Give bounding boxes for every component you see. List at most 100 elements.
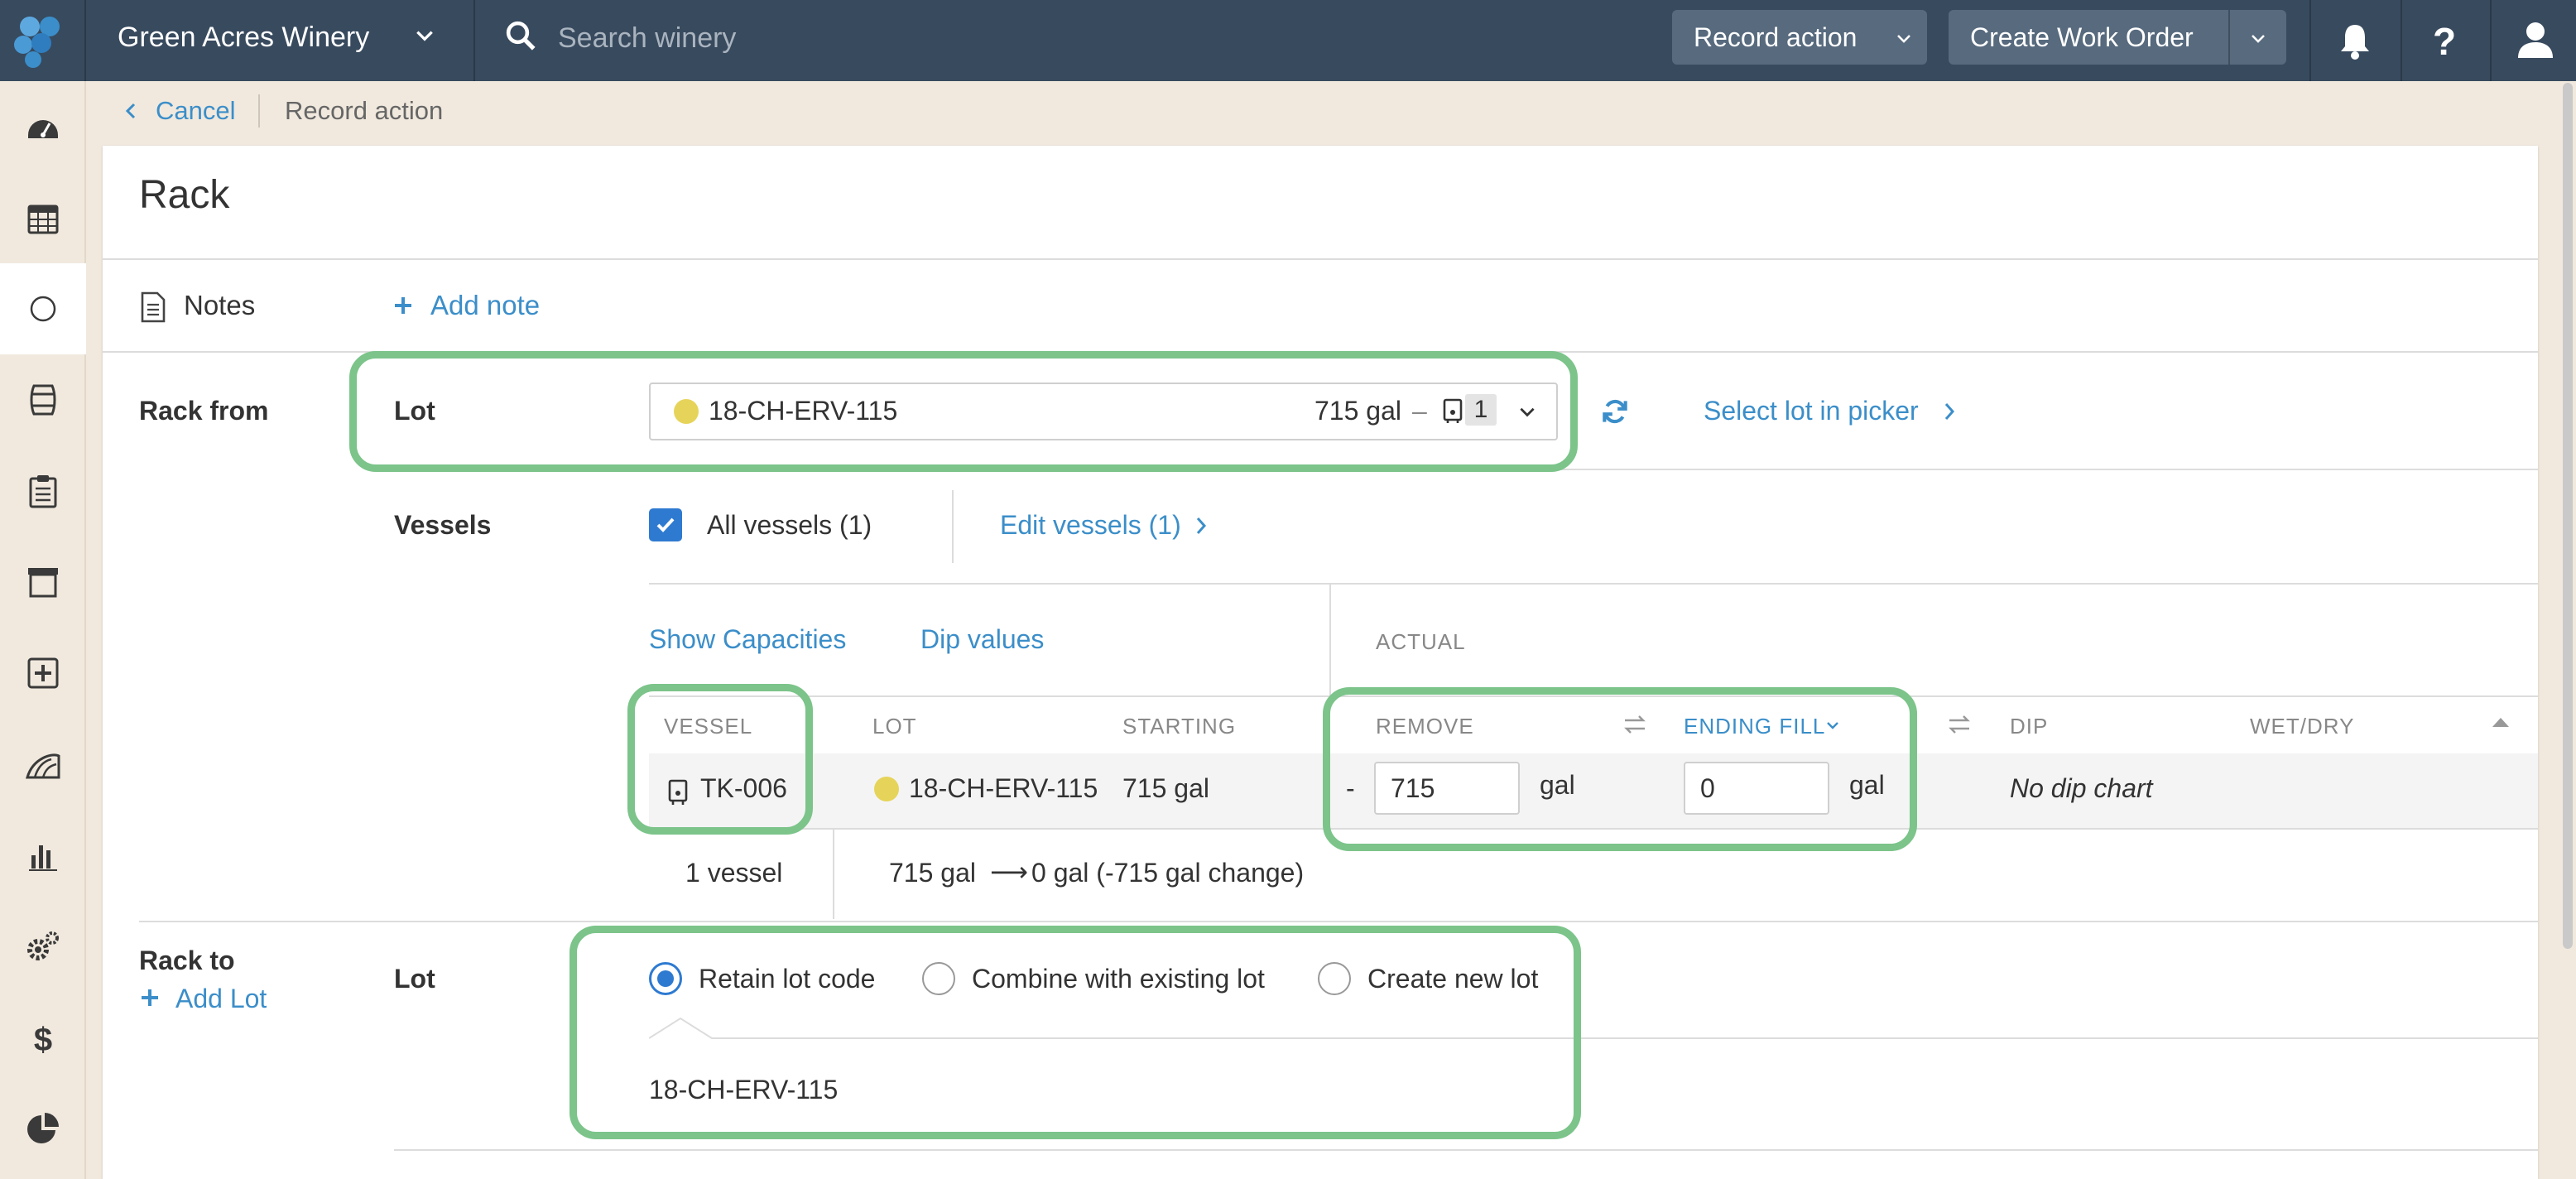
sidebar-item-analytics[interactable] [0,1083,86,1174]
create-work-order-label: Create Work Order [1970,22,2194,52]
sidebar-item-billing[interactable]: $ [0,992,86,1083]
chevron-down-icon[interactable] [2248,28,2268,48]
chevron-down-icon [1897,35,1910,43]
button-split-divider [2228,10,2230,65]
circle-icon [30,296,56,322]
column-header-wet-dry[interactable]: WET/DRY [2250,714,2354,739]
create-new-lot-radio[interactable] [1318,962,1351,995]
retain-lot-code-radio[interactable] [649,962,682,995]
sidebar-item-settings[interactable] [0,901,86,992]
sidebar-item-calendar[interactable] [0,172,86,263]
actual-header: ACTUAL [1376,629,1466,654]
topbar-divider [2401,0,2402,81]
create-work-order-button[interactable]: Create Work Order [1949,10,2286,65]
vessel-count-badge: 1 [1465,394,1497,426]
all-vessels-checkbox[interactable] [649,508,682,541]
calendar-icon [27,205,59,234]
vessel-cell[interactable]: TK-006 [700,773,787,804]
lot-dash: – [1412,396,1427,426]
chevron-right-icon[interactable] [1192,515,1210,537]
bell-icon[interactable] [2328,13,2382,68]
cancel-link[interactable]: Cancel [156,93,236,129]
column-header-starting[interactable]: STARTING [1122,714,1236,739]
plus-icon[interactable] [392,295,414,316]
lot-label: Lot [394,964,435,994]
topbar-divider [2490,0,2492,81]
all-vessels-label[interactable]: All vessels (1) [707,510,872,541]
dip-values-link[interactable]: Dip values [920,624,1044,655]
checkmark-icon [656,517,675,532]
sidebar-item-dashboard[interactable] [0,81,86,172]
combine-existing-lot-label[interactable]: Combine with existing lot [972,964,1265,994]
volume-from: 715 gal [889,858,976,888]
search-input[interactable] [558,17,1137,60]
winery-name[interactable]: Green Acres Winery [118,0,369,81]
topbar-divider [84,0,86,81]
breadcrumb-current: Record action [285,96,444,125]
bar-chart-icon [29,845,57,871]
pie-chart-icon [27,1113,59,1143]
swap-arrows-icon[interactable] [1947,714,1972,735]
rack-to-label: Rack to [139,946,235,975]
user-icon[interactable] [2508,13,2563,68]
retain-lot-code-label[interactable]: Retain lot code [699,964,875,994]
divider [394,469,2538,470]
lot-select-value: 18-CH-ERV-115 [709,396,898,426]
sidebar: $ [0,81,86,1179]
combine-existing-lot-radio[interactable] [922,962,955,995]
sidebar-item-add[interactable] [0,628,86,719]
archive-icon [28,568,58,598]
svg-text:$: $ [34,1022,52,1056]
divider [952,490,954,563]
scrollbar[interactable] [2563,83,2573,949]
chevron-right-icon[interactable] [1940,401,1958,422]
dip-cell: No dip chart [2010,773,2153,803]
chevron-down-icon[interactable] [1516,401,1538,422]
chevron-left-icon[interactable] [123,101,141,121]
clipboard-icon [29,475,57,508]
retained-lot-code: 18-CH-ERV-115 [649,1075,839,1104]
column-header-vessel[interactable]: VESSEL [664,714,752,739]
lot-color-dot [874,777,899,801]
add-note-link[interactable]: Add note [430,290,540,321]
divider [649,583,2538,585]
create-new-lot-label[interactable]: Create new lot [1367,964,1538,994]
edit-vessels-link[interactable]: Edit vessels (1) [1000,510,1181,541]
lot-label: Lot [394,396,435,426]
remove-input[interactable] [1374,762,1520,815]
remove-sign: - [1346,773,1355,803]
column-header-lot[interactable]: LOT [872,714,917,739]
page-title: Rack [139,173,230,217]
app-logo-icon[interactable] [12,12,70,70]
lot-color-dot [674,399,699,424]
help-icon[interactable]: ? [2417,13,2472,68]
divider [139,921,2538,922]
column-header-ending-fill[interactable]: ENDING FILL [1684,714,1825,739]
dollar-icon: $ [34,1022,52,1056]
add-lot-link[interactable]: Add Lot [175,984,267,1014]
sidebar-item-vessels[interactable] [0,354,86,445]
column-header-dip[interactable]: DIP [2010,714,2048,739]
sidebar-item-work-orders[interactable] [0,445,86,537]
sidebar-item-storage[interactable] [0,537,86,628]
top-bar: Green Acres Winery Record action Create … [0,0,2576,81]
tank-icon [1443,398,1463,423]
swap-arrows-icon[interactable] [1622,714,1647,735]
select-lot-in-picker-link[interactable]: Select lot in picker [1704,396,1919,426]
lot-volume: 715 gal [1314,396,1401,426]
column-header-remove[interactable]: REMOVE [1376,714,1474,739]
sidebar-item-vineyard[interactable] [0,719,86,810]
chevron-down-icon[interactable] [1824,717,1841,734]
show-capacities-link[interactable]: Show Capacities [649,624,846,655]
caret-up-icon[interactable] [2490,714,2511,730]
refresh-icon[interactable] [1599,396,1631,427]
record-action-button[interactable]: Record action [1672,10,1927,65]
chevron-down-icon[interactable] [414,25,435,46]
search-icon [506,21,536,51]
ending-fill-input[interactable] [1684,762,1829,815]
plus-icon[interactable] [139,987,161,1008]
sidebar-item-reports[interactable] [0,810,86,901]
vessels-label: Vessels [394,510,492,540]
remove-unit: gal [1540,770,1575,800]
sidebar-item-actions[interactable] [0,263,86,354]
